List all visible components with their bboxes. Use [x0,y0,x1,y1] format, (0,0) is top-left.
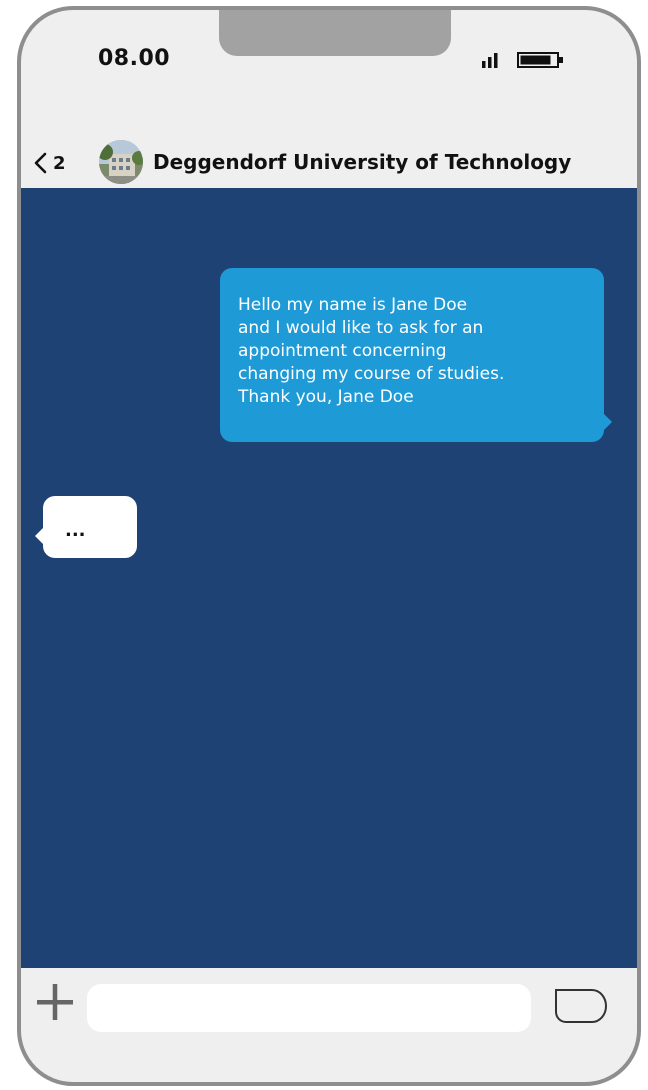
phone-frame: 08.00 2 Deggendorf University of Technol… [17,6,641,1086]
message-line: changing my course of studies. [238,364,505,384]
message-input[interactable] [87,984,531,1032]
battery-icon [517,52,563,68]
message-line: appointment concerning [238,341,447,361]
building-photo-icon [99,140,143,184]
status-time: 08.00 [98,46,171,71]
phone-notch [219,10,451,56]
message-line: and I would like to ask for an [238,318,484,338]
send-icon[interactable] [552,986,608,1026]
message-line: Hello my name is Jane Doe [238,295,468,315]
contact-avatar[interactable] [99,140,143,184]
back-button[interactable]: 2 [33,148,66,178]
signal-bars-icon [482,53,498,68]
plus-icon[interactable] [35,982,75,1022]
chevron-left-icon [34,152,47,174]
typing-indicator: ... [65,520,86,541]
chat-area: Hello my name is Jane Doe and I would li… [21,188,637,968]
bubble-tail [35,526,45,546]
chat-header: 2 Deggendorf University of Technology [21,140,637,186]
message-composer [21,968,637,1038]
outgoing-message-bubble: Hello my name is Jane Doe and I would li… [220,268,612,442]
contact-name: Deggendorf University of Technology [153,150,572,174]
message-line: Thank you, Jane Doe [238,387,414,407]
back-count: 2 [53,152,66,174]
bubble-tail [602,412,612,432]
incoming-message-bubble: ... [35,496,137,558]
